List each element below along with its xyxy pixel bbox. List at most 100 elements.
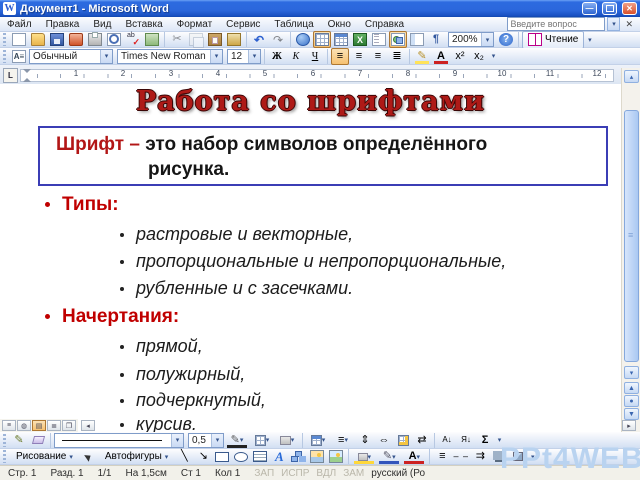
toolbar-grip[interactable] <box>3 434 6 447</box>
show-paragraph-button[interactable]: ¶ <box>427 31 445 48</box>
draw-table-button[interactable]: ✎ <box>10 432 28 449</box>
redo-button[interactable]: ↷ <box>269 31 287 48</box>
insert-table-button[interactable] <box>332 31 350 48</box>
style-select[interactable]: Обычный ▾ <box>29 49 113 64</box>
vertical-scrollbar[interactable]: ▴ ▾ ▲ ● ▼ <box>621 68 640 432</box>
format-painter-button[interactable] <box>225 31 243 48</box>
reading-layout-button[interactable]: ❐ <box>62 420 76 431</box>
menu-insert[interactable]: Вставка <box>118 17 169 31</box>
subscript-button[interactable]: x₂ <box>470 48 488 65</box>
minimize-button[interactable]: — <box>582 2 597 15</box>
web-layout-view-button[interactable]: ◍ <box>17 420 31 431</box>
status-indicator-overtype[interactable]: ЗАМ <box>343 468 364 479</box>
status-indicator-record[interactable]: ЗАП <box>254 468 274 479</box>
toolbar-options-button[interactable]: ▾ <box>489 48 498 64</box>
align-justify-button[interactable]: ≣ <box>388 48 406 65</box>
scroll-right-button[interactable]: ▸ <box>622 420 636 431</box>
styles-pane-button[interactable]: A≡ <box>10 48 28 65</box>
sort-descending-button[interactable]: Я↓ <box>457 432 475 449</box>
vertical-scroll-thumb[interactable] <box>624 110 639 362</box>
wordart-title[interactable]: Работа со шрифтами <box>0 86 621 117</box>
help-button[interactable]: ? <box>497 31 515 48</box>
permission-button[interactable] <box>67 31 85 48</box>
insert-picture-button[interactable] <box>327 448 345 465</box>
open-button[interactable] <box>29 31 47 48</box>
eraser-button[interactable] <box>29 432 47 449</box>
zoom-select[interactable]: 200% ▾ <box>448 32 494 47</box>
tables-and-borders-button[interactable] <box>313 31 331 48</box>
italic-button[interactable]: К <box>287 48 305 65</box>
toolbar-options-button[interactable]: ▾ <box>528 449 537 465</box>
columns-button[interactable] <box>370 31 388 48</box>
align-cells-button[interactable]: ≡▾ <box>331 432 355 449</box>
line-weight-select[interactable]: 0,5 ▾ <box>188 433 224 448</box>
tab-selector[interactable]: L <box>3 68 18 83</box>
fill-color-button[interactable]: ▾ <box>352 448 376 465</box>
new-document-button[interactable] <box>10 31 28 48</box>
copy-button[interactable] <box>187 31 205 48</box>
insert-diagram-button[interactable] <box>289 448 307 465</box>
next-page-button[interactable]: ▼ <box>624 408 639 420</box>
underline-button[interactable]: Ч <box>306 48 324 65</box>
menu-format[interactable]: Формат <box>170 17 220 31</box>
ask-question-input[interactable] <box>507 17 605 31</box>
line-color-button[interactable]: ✎▾ <box>377 448 401 465</box>
align-center-button[interactable]: ≡ <box>350 48 368 65</box>
research-button[interactable] <box>143 31 161 48</box>
menu-tools[interactable]: Сервис <box>219 17 267 31</box>
table-autoformat-button[interactable] <box>394 432 412 449</box>
distribute-columns-button[interactable]: ⇔ <box>375 432 393 449</box>
toolbar-grip[interactable] <box>3 33 6 46</box>
arrow-style-button[interactable]: ⇉ <box>471 448 489 465</box>
undo-button[interactable]: ↶ <box>250 31 268 48</box>
paste-button[interactable] <box>206 31 224 48</box>
clip-art-button[interactable] <box>308 448 326 465</box>
indent-markers[interactable] <box>22 69 31 82</box>
scroll-up-button[interactable]: ▴ <box>624 70 639 83</box>
menu-help[interactable]: Справка <box>358 17 411 31</box>
font-size-select[interactable]: 12 ▾ <box>227 49 261 64</box>
shading-color-button[interactable]: ▾ <box>275 432 299 449</box>
document-map-button[interactable] <box>408 31 426 48</box>
question-dropdown-icon[interactable]: ▾ <box>607 17 620 31</box>
save-button[interactable] <box>48 31 66 48</box>
document-close-icon[interactable]: ✕ <box>622 19 636 30</box>
menu-edit[interactable]: Правка <box>39 17 87 31</box>
line-tool-button[interactable]: ╲ <box>175 448 193 465</box>
arrow-tool-button[interactable]: ↘ <box>194 448 212 465</box>
bold-button[interactable]: Ж <box>268 48 286 65</box>
insert-table-menu-button[interactable]: ▾ <box>306 432 330 449</box>
sort-ascending-button[interactable]: А↓ <box>438 432 456 449</box>
align-right-button[interactable]: ≡ <box>369 48 387 65</box>
select-objects-button[interactable] <box>80 448 98 465</box>
status-indicator-extend[interactable]: ВДЛ <box>316 468 336 479</box>
document-page[interactable]: Работа со шрифтами Шрифт – это набор сим… <box>0 84 621 432</box>
print-button[interactable] <box>86 31 104 48</box>
text-direction-button[interactable]: ⇄ <box>413 432 431 449</box>
zoom-dropdown-icon[interactable]: ▾ <box>481 33 493 46</box>
drawing-menu-button[interactable]: Рисование ▾ <box>10 448 79 466</box>
rectangle-tool-button[interactable] <box>213 448 231 465</box>
line-weight-dropdown-icon[interactable]: ▾ <box>211 434 223 447</box>
spelling-button[interactable] <box>124 31 142 48</box>
scroll-down-button[interactable]: ▾ <box>624 366 639 379</box>
autoshapes-menu-button[interactable]: Автофигуры ▾ <box>99 448 174 466</box>
menu-file[interactable]: Файл <box>0 17 39 31</box>
style-dropdown-icon[interactable]: ▾ <box>100 50 112 63</box>
wordart-button[interactable]: A <box>270 448 288 465</box>
scroll-left-button[interactable]: ◂ <box>81 420 95 431</box>
dash-style-button[interactable]: ‒ ‒ <box>452 448 470 465</box>
threed-style-button[interactable] <box>509 448 527 465</box>
menu-view[interactable]: Вид <box>86 17 118 31</box>
reading-mode-button[interactable]: Чтение <box>522 31 584 49</box>
align-left-button[interactable]: ≡ <box>331 48 349 65</box>
toolbar-options-button[interactable]: ▾ <box>495 432 504 448</box>
border-color-button[interactable]: ✎▾ <box>225 432 249 449</box>
normal-view-button[interactable]: ≡ <box>2 420 16 431</box>
menu-table[interactable]: Таблица <box>267 17 320 31</box>
oval-tool-button[interactable] <box>232 448 250 465</box>
insert-hyperlink-button[interactable] <box>294 31 312 48</box>
outside-border-button[interactable]: ▾ <box>250 432 274 449</box>
horizontal-scrollbar[interactable]: ≡ ◍ ▤ ≣ ❐ ◂ <box>0 419 621 432</box>
line-style-button[interactable]: ≡ <box>433 448 451 465</box>
